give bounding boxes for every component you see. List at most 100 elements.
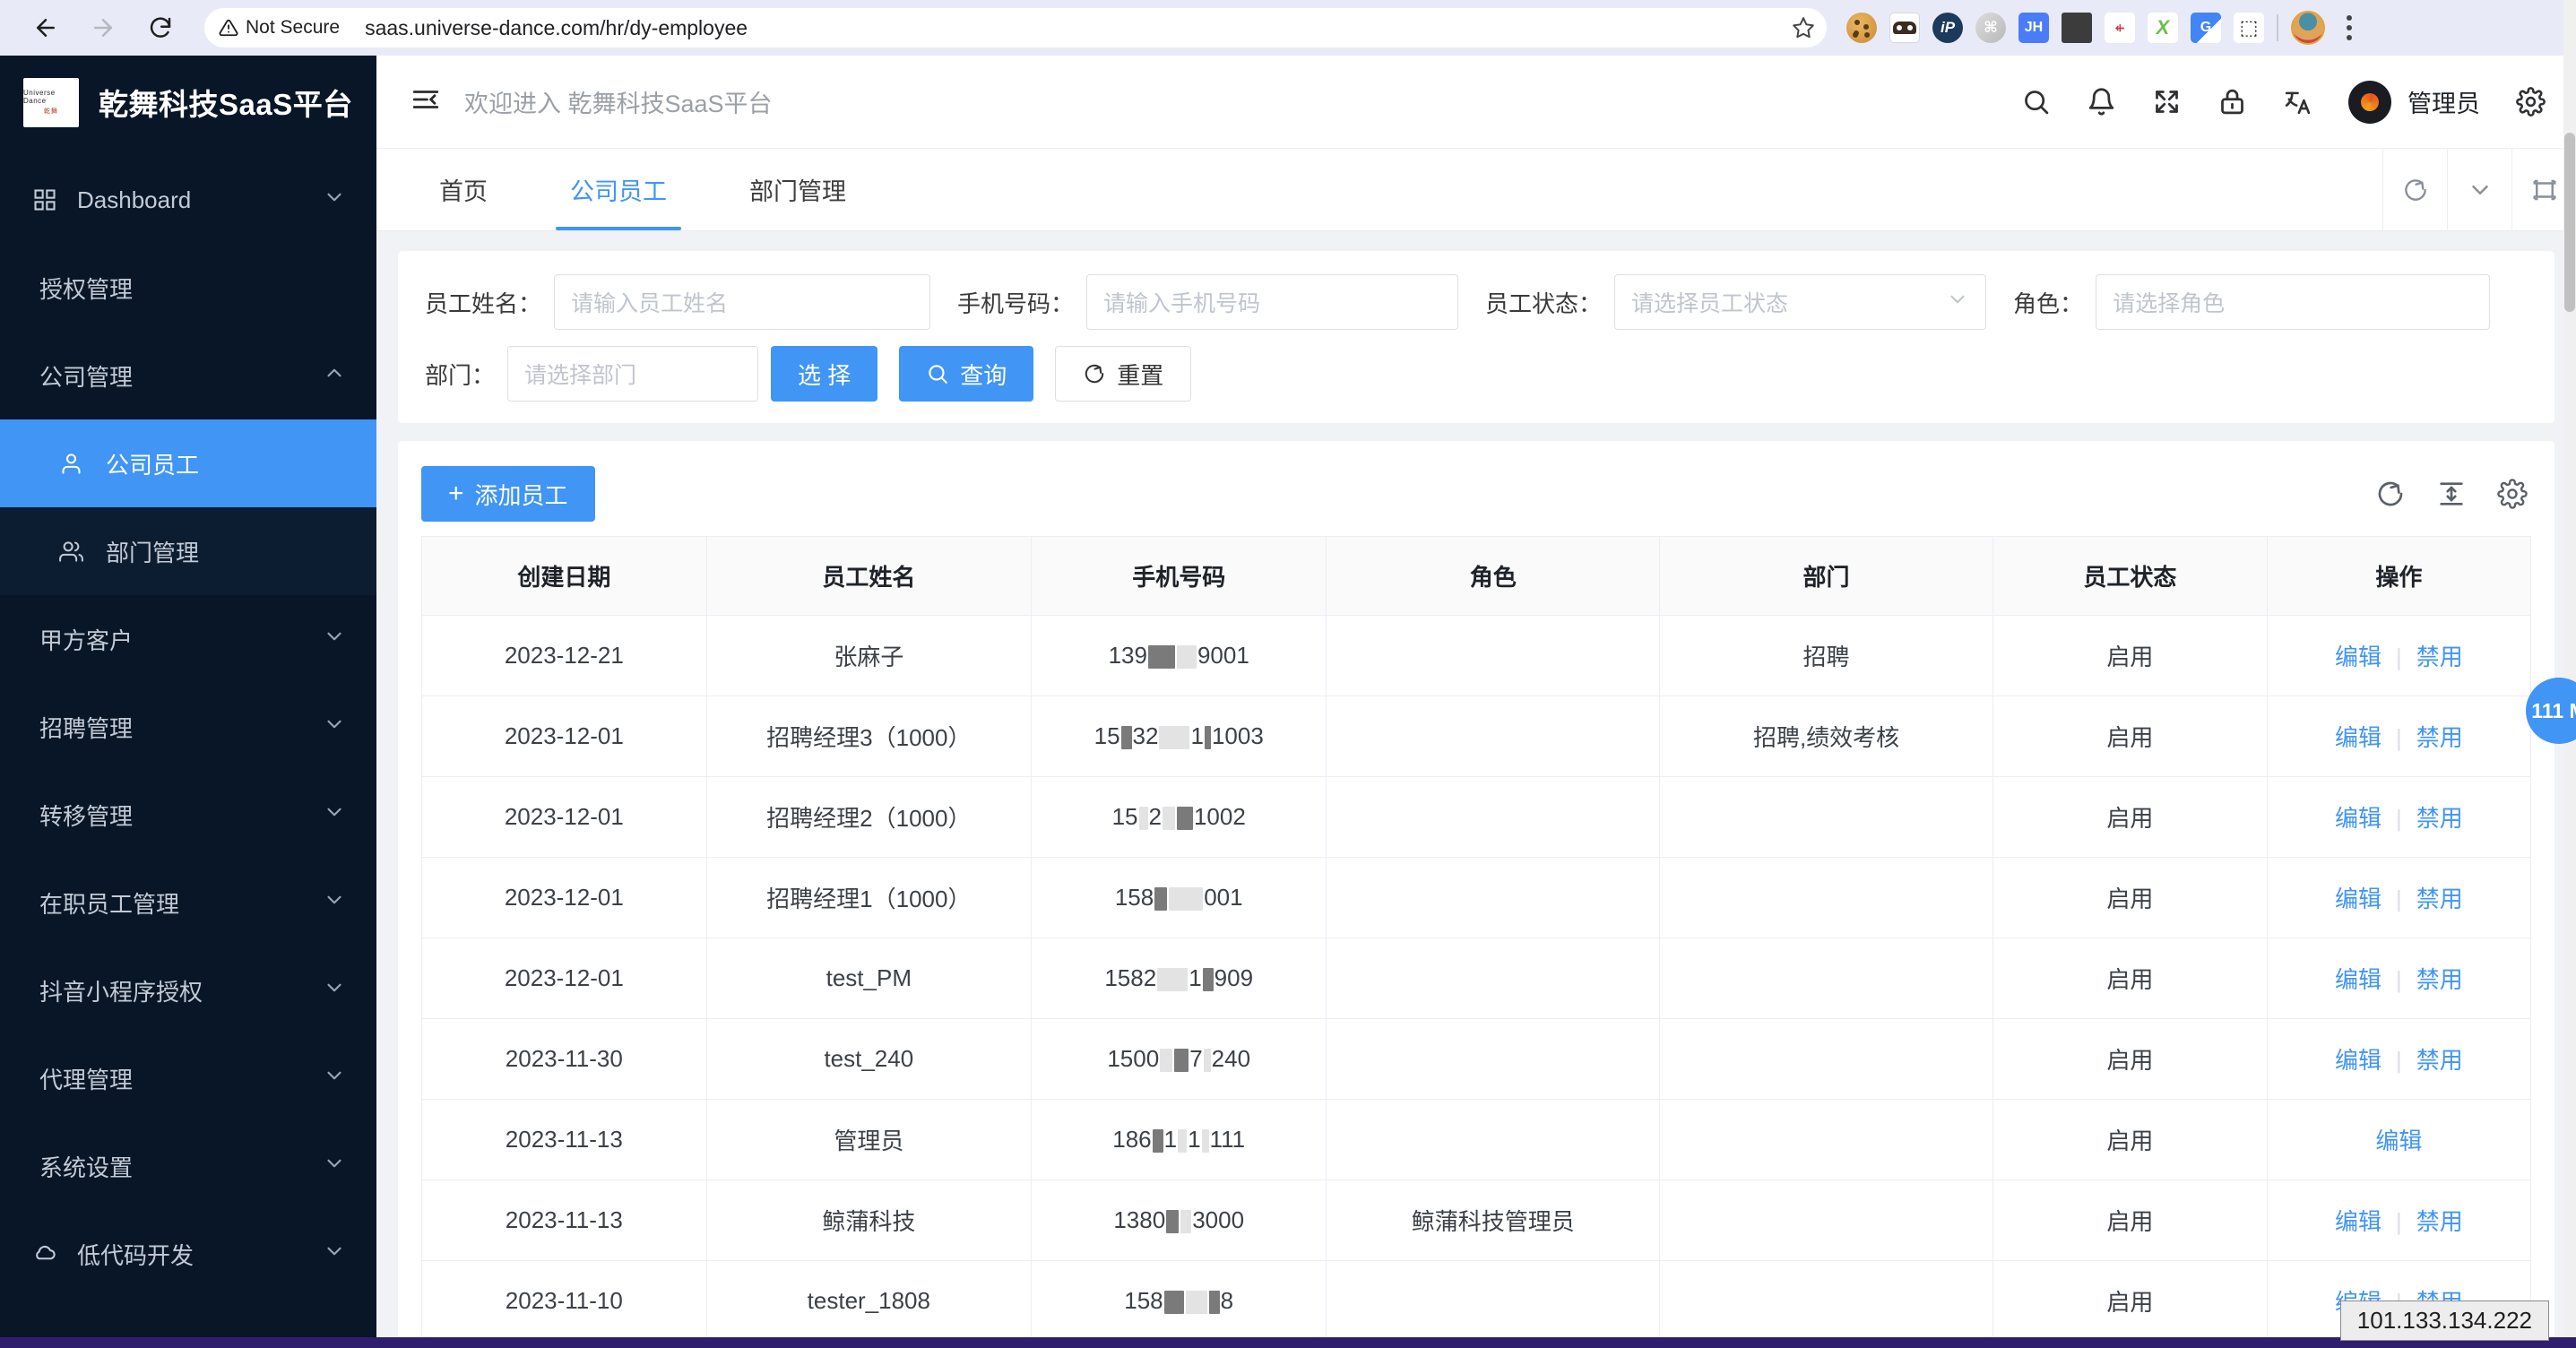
edit-link[interactable]: 编辑 [2335,886,2382,912]
cell-department [1659,1018,1993,1100]
disable-link[interactable]: 禁用 [2416,805,2463,832]
table-row[interactable]: 2023-11-30 test_240 1500 7 240 启用 编辑 | 禁用 [421,1018,2532,1100]
sidebar-item-dashboard[interactable]: Dashboard [0,156,376,244]
select-department-button[interactable]: 选 择 [771,346,878,402]
bookmark-button[interactable] [1785,10,1821,46]
edit-link[interactable]: 编辑 [2335,724,2382,751]
phone-input[interactable]: 请输入手机号码 [1086,274,1459,330]
tab-tools [2382,149,2576,230]
x-extension-icon[interactable]: X [2148,13,2178,43]
note-extension-icon[interactable] [2062,13,2092,43]
refresh-icon[interactable] [2382,149,2447,230]
sidebar-item-agent-management[interactable]: 代理管理 [0,1034,376,1122]
table-row[interactable]: 2023-11-10 tester_1808 1588 启用 编辑|禁用 [421,1260,2532,1342]
collapse-menu-icon[interactable] [411,84,441,119]
disable-link[interactable]: 禁用 [2416,724,2463,751]
table-row[interactable]: 2023-12-01 test_PM 1582 1 909 启用 编辑 | 禁用 [421,938,2532,1019]
edit-link[interactable]: 编辑 [2335,644,2382,670]
sidebar-item-douyin-miniprogram[interactable]: 抖音小程序授权 [0,946,376,1034]
mask-extension-icon[interactable] [1889,13,1920,43]
cell-role [1326,857,1661,938]
bell-icon[interactable] [2087,87,2116,117]
sidebar-item-transfer[interactable]: 转移管理 [0,771,376,859]
gear-icon[interactable] [2516,87,2546,117]
fullscreen-icon[interactable] [2152,87,2182,117]
forward-button[interactable] [77,2,129,54]
disable-link[interactable]: 禁用 [2416,1047,2463,1074]
tab-company-employee[interactable]: 公司员工 [529,149,708,230]
tab-department-management[interactable]: 部门管理 [708,149,887,230]
user-chip[interactable]: 管理员 [2348,80,2480,124]
disable-link[interactable]: 禁用 [2416,1208,2463,1235]
sidebar-item-company-employee[interactable]: 公司员工 [0,419,376,507]
sidebar-item-recruitment[interactable]: 招聘管理 [0,683,376,771]
disable-link[interactable]: 禁用 [2416,644,2463,670]
cell-role [1326,1260,1661,1342]
tab-label: 部门管理 [749,178,846,205]
tab-home[interactable]: 首页 [398,149,529,230]
employee-name-input[interactable]: 请输入员工姓名 [554,274,931,330]
ip-extension-icon[interactable]: iP [1932,13,1963,43]
not-secure-indicator[interactable]: Not Secure [208,13,353,43]
status-select[interactable]: 请选择员工状态 [1614,274,1987,330]
lock-icon[interactable] [2217,87,2247,117]
sidebar-item-label: 公司员工 [106,451,200,479]
cell-actions: 编辑 [2266,1099,2532,1180]
reset-button[interactable]: 重置 [1055,346,1192,402]
sidebar-item-system-settings[interactable]: 系统设置 [0,1122,376,1210]
search-button[interactable]: 查询 [899,346,1034,402]
cell-date: 2023-12-01 [421,857,707,938]
reload-button[interactable] [134,2,186,54]
edit-link[interactable]: 编辑 [2335,966,2382,993]
edit-link[interactable]: 编辑 [2335,1208,2382,1235]
table-row[interactable]: 2023-12-01 招聘经理2（1000） 15 2 1002 启用 编辑 | 禁用 [421,776,2532,858]
cell-role [1326,696,1661,777]
cell-role [1326,1099,1661,1180]
refresh-icon[interactable] [2375,479,2406,509]
search-icon[interactable] [2021,87,2051,117]
edit-link[interactable]: 编辑 [2375,1128,2422,1154]
table-row[interactable]: 2023-11-13 管理员 186 1 1 111 启用 编辑 [421,1099,2532,1180]
page-scrollbar-thumb[interactable] [2564,133,2575,312]
sidebar-item-authorization[interactable]: 授权管理 [0,244,376,332]
profile-avatar-icon[interactable] [2291,11,2325,45]
back-button[interactable] [20,2,72,54]
tab-label: 公司员工 [570,178,667,205]
disable-link[interactable]: 禁用 [2416,886,2463,912]
cell-actions: 编辑|禁用 [2266,1018,2532,1100]
chevron-down-icon[interactable] [2447,149,2511,230]
sitemap-extension-icon[interactable]: ⍅ [2105,13,2135,43]
command-extension-icon[interactable]: ⌘ [1975,13,2006,43]
department-input[interactable]: 请选择部门 [507,346,759,402]
google-translate-extension-icon[interactable]: G [2191,13,2221,43]
role-select[interactable]: 请选择角色 [2096,274,2491,330]
sidebar-item-current-employees[interactable]: 在职员工管理 [0,859,376,946]
table-row[interactable]: 2023-11-13 鲸蒲科技 1380 3000 鲸蒲科技管理员 启用 编辑 | 禁… [421,1180,2532,1261]
column-settings-icon[interactable] [2497,479,2528,509]
edit-link[interactable]: 编辑 [2335,1047,2382,1074]
cell-phone: 158 001 [1030,857,1327,938]
cell-name: 招聘经理2（1000） [705,776,1033,858]
jh-extension-icon[interactable]: JH [2018,13,2049,43]
table-row[interactable]: 2023-12-21 张麻子 139 9001 招聘 启用 编辑 | 禁用 [421,615,2532,696]
translate-icon[interactable] [2283,87,2312,117]
cell-status: 启用 [1992,1180,2268,1261]
address-bar[interactable]: Not Secure saas.universe-dance.com/hr/dy… [204,8,1827,48]
sidebar-item-company-management[interactable]: 公司管理 [0,332,376,419]
row-height-icon[interactable] [2436,479,2467,509]
sidebar-item-client[interactable]: 甲方客户 [0,595,376,683]
devtools-extension-icon[interactable]: ⬚ [2234,13,2264,43]
filter-label: 部门： [425,361,496,389]
sidebar-item-department-management[interactable]: 部门管理 [0,507,376,595]
cookie-extension-icon[interactable] [1846,13,1877,43]
table-row[interactable]: 2023-12-01 招聘经理3（1000） 15 32 1 1003 招聘,绩效考核… [421,696,2532,777]
add-employee-label: 添加员工 [474,481,568,509]
edit-link[interactable]: 编辑 [2335,805,2382,832]
page-scrollbar-track[interactable] [2563,0,2576,1348]
add-employee-button[interactable]: + 添加员工 [421,466,595,522]
table-row[interactable]: 2023-12-01 招聘经理1（1000） 158 001 启用 编辑 | 禁用 [421,857,2532,938]
sidebar-item-low-code[interactable]: 低代码开发 [0,1210,376,1298]
three-dot-menu-icon[interactable] [2338,15,2361,40]
disable-link[interactable]: 禁用 [2416,966,2463,993]
users-icon [59,540,90,564]
